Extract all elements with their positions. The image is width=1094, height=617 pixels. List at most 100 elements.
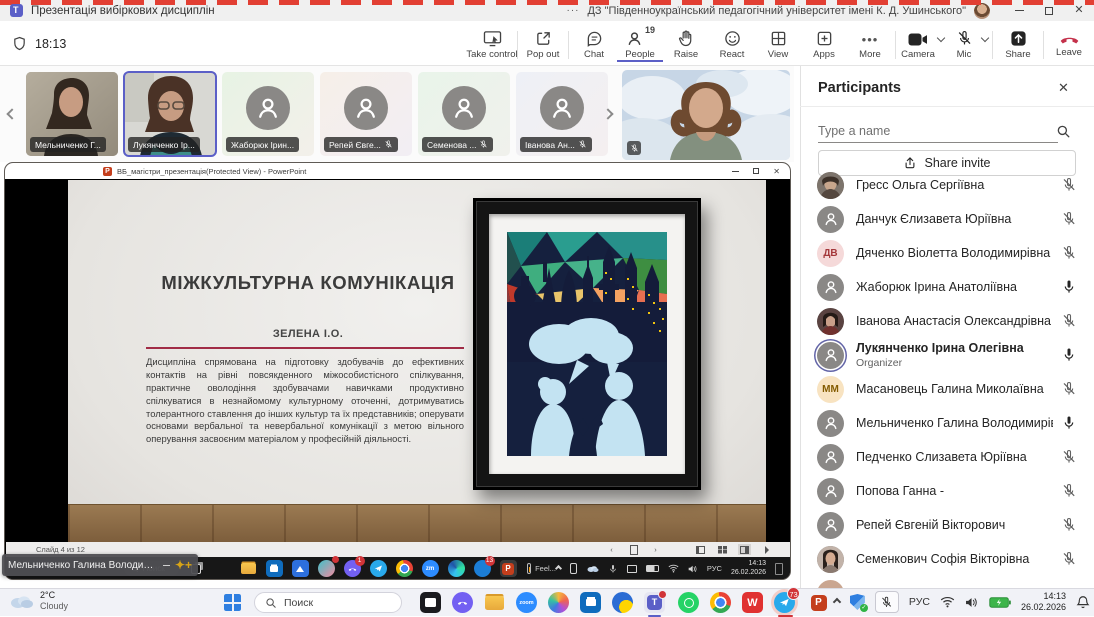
video-thumbnail[interactable]: Жаборюк Ірин...	[222, 72, 314, 156]
tray-mic-muted-icon[interactable]	[875, 591, 899, 613]
viber-icon[interactable]	[452, 592, 473, 613]
copilot-icon[interactable]	[214, 560, 231, 577]
participant-row[interactable]: Педченко Слизавета Юріївна	[800, 440, 1094, 474]
messenger-app-icon[interactable]: 13	[474, 560, 491, 577]
ppt-close-icon[interactable]: ✕	[773, 167, 780, 176]
next-slide-icon[interactable]: ›	[649, 544, 662, 555]
take-control-button[interactable]: Take control	[469, 27, 515, 60]
mic-on-icon[interactable]	[1061, 347, 1077, 363]
powerpoint-icon[interactable]: P	[808, 592, 829, 613]
shared-clock[interactable]: 14:13 26.02.2026	[731, 560, 766, 576]
microsoft-store-icon[interactable]	[266, 560, 283, 577]
camera-chevron-icon[interactable]	[937, 34, 945, 42]
video-thumbnail-active-speaker[interactable]: Лукянченко Ір...	[124, 72, 216, 156]
participant-row-organizer[interactable]: Лукянченко Ірина Олегівна Organizer	[800, 338, 1094, 372]
slide-sorter-icon[interactable]	[716, 544, 729, 555]
weather-feels-label[interactable]: Feel...	[535, 564, 556, 573]
prev-slide-icon[interactable]: ‹	[605, 544, 618, 555]
show-desktop-icon[interactable]	[775, 563, 783, 575]
participant-row-partial[interactable]	[800, 576, 1094, 588]
mic-on-icon[interactable]	[1061, 279, 1077, 295]
video-thumbnail[interactable]: Іванова Ан...	[516, 72, 608, 156]
titlebar-more-icon[interactable]: ···	[566, 5, 579, 16]
mic-muted-icon[interactable]	[1061, 483, 1077, 499]
react-button[interactable]: React	[709, 27, 755, 60]
zoom-icon[interactable]: zm	[422, 560, 439, 577]
tray-speaker-icon[interactable]	[688, 565, 698, 573]
chrome-icon[interactable]	[396, 560, 413, 577]
file-explorer-icon[interactable]	[484, 592, 505, 613]
participant-row[interactable]: Іванова Анастасія Олександрівна	[800, 304, 1094, 338]
apps-button[interactable]: Apps	[801, 27, 847, 60]
mic-muted-icon[interactable]	[1061, 211, 1077, 227]
more-button[interactable]: ••• More	[847, 27, 893, 60]
battery-icon[interactable]	[989, 597, 1011, 608]
taskbar-weather-widget[interactable]: 2°C Cloudy	[8, 590, 68, 613]
microsoft-store-icon[interactable]	[580, 592, 601, 613]
taskbar-search-box[interactable]: Поиск	[254, 592, 402, 613]
wordwall-icon[interactable]: W	[742, 592, 763, 613]
pop-out-button[interactable]: Pop out	[520, 27, 566, 60]
phone-link-icon[interactable]	[570, 563, 577, 574]
participant-row[interactable]: Попова Ганна -	[800, 474, 1094, 508]
rec-icon[interactable]	[627, 565, 637, 573]
mic-muted-icon[interactable]	[1061, 313, 1077, 329]
mic-chevron-icon[interactable]	[981, 34, 989, 42]
powerpoint-window[interactable]: P ВБ_магістри_презентація(Protected View…	[4, 162, 791, 580]
teams-icon[interactable]: T	[644, 592, 665, 613]
mic-muted-icon[interactable]	[1061, 381, 1077, 397]
copilot-icon[interactable]	[548, 592, 569, 613]
file-explorer-icon[interactable]	[240, 560, 257, 577]
view-button[interactable]: View	[755, 27, 801, 60]
participant-row[interactable]: ММ Масановець Галина Миколаївна	[800, 372, 1094, 406]
participant-row[interactable]: Гресс Ольга Сергіївна	[800, 168, 1094, 202]
sferum-icon[interactable]	[318, 560, 335, 577]
video-thumbnail[interactable]: Мельниченко Г...	[26, 72, 118, 156]
onedrive-icon[interactable]	[586, 564, 599, 573]
slideshow-view-icon[interactable]	[760, 544, 773, 555]
ppt-minimize-icon[interactable]	[732, 171, 739, 172]
video-thumbnail[interactable]: Семенова ...	[418, 72, 510, 156]
mic-on-icon[interactable]	[1061, 415, 1077, 431]
mic-muted-icon[interactable]	[1061, 177, 1077, 193]
raise-hand-button[interactable]: Raise	[663, 27, 709, 60]
whatsapp-icon[interactable]	[678, 592, 699, 613]
video-thumbnail[interactable]: Репей Євге...	[320, 72, 412, 156]
viber-icon[interactable]: 1	[344, 560, 361, 577]
telegram-icon[interactable]: 73	[774, 592, 795, 613]
participant-row[interactable]: Жаборюк Ірина Анатоліївна	[800, 270, 1094, 304]
powerpoint-taskbar-icon[interactable]: P	[500, 560, 517, 577]
clock[interactable]: 14:13 26.02.2026	[1021, 591, 1066, 613]
people-button[interactable]: 19 People	[617, 27, 663, 62]
task-switcher-icon[interactable]	[420, 592, 441, 613]
stage-video[interactable]	[622, 70, 790, 160]
participant-row[interactable]: Данчук Єлизавета Юріївна	[800, 202, 1094, 236]
tray-wifi-icon[interactable]	[668, 564, 679, 573]
photos-icon[interactable]	[292, 560, 309, 577]
wifi-icon[interactable]	[940, 596, 955, 608]
mic-button[interactable]: Mic	[946, 27, 982, 60]
diia-icon[interactable]	[612, 592, 633, 613]
participant-row[interactable]: Репей Євгеній Вікторович	[800, 508, 1094, 542]
windows-security-icon[interactable]: ✓	[850, 594, 865, 610]
caption-plus-icon[interactable]: ✦+	[175, 558, 192, 572]
normal-view-icon[interactable]	[694, 544, 707, 555]
tray-expand-icon[interactable]	[833, 598, 841, 606]
participant-row[interactable]: Мельниченко Галина Володимирівна	[800, 406, 1094, 440]
telegram-icon[interactable]	[370, 560, 387, 577]
speaker-icon[interactable]	[965, 597, 979, 608]
presenter-caption[interactable]: Мельниченко Галина Володимирівна ✦+	[2, 554, 198, 576]
share-button[interactable]: Share	[995, 27, 1041, 60]
chat-button[interactable]: Chat	[571, 27, 617, 60]
participant-row[interactable]: Семенкович Софія Вікторівна	[800, 542, 1094, 576]
leave-button[interactable]: Leave	[1046, 27, 1092, 58]
language-label[interactable]: РУС	[909, 596, 930, 608]
mic-muted-icon[interactable]	[1061, 449, 1077, 465]
zoom-icon[interactable]: zoom	[516, 592, 537, 613]
participant-search-input[interactable]	[818, 119, 1058, 143]
reading-view-icon[interactable]	[738, 544, 751, 555]
shared-language-label[interactable]: РУС	[707, 564, 722, 573]
mic-muted-icon[interactable]	[1061, 517, 1077, 533]
tray-mic-icon[interactable]	[608, 564, 618, 574]
edge-icon[interactable]	[448, 560, 465, 577]
